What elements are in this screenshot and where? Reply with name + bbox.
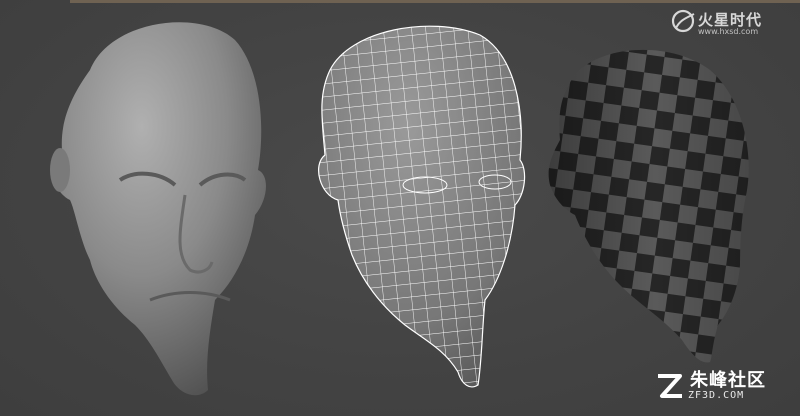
bottom-watermark-url: ZF3D.COM	[688, 390, 745, 401]
checker-texture	[548, 49, 749, 363]
bottom-watermark: 朱峰社区 ZF3D.COM	[652, 366, 792, 410]
bottom-watermark-brand: 朱峰社区	[690, 370, 766, 391]
render-canvas: 火星时代 www.hxsd.com 朱峰社区 ZF3D.COM	[0, 0, 800, 416]
top-watermark-url: www.hxsd.com	[698, 27, 759, 36]
hxsd-logo-icon	[671, 9, 695, 33]
top-watermark: 火星时代 www.hxsd.com	[668, 6, 788, 38]
zf3d-logo-icon	[658, 374, 682, 398]
checker-uv-head-render	[548, 49, 749, 363]
